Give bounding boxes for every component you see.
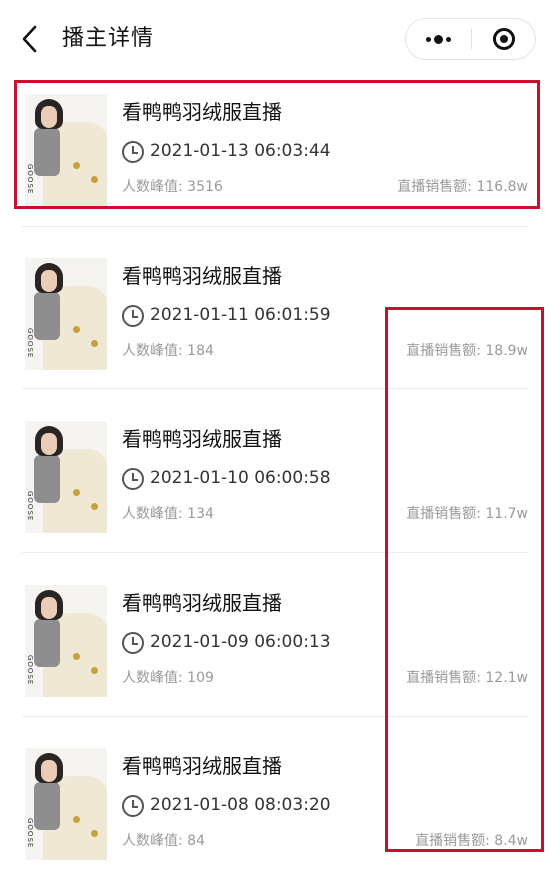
peak-label: 人数峰值:: [122, 343, 188, 359]
thumb-face: [41, 760, 57, 782]
thumbnail-brand: GOOSE: [26, 818, 34, 849]
broadcast-title: 看鸭鸭羽绒服直播: [122, 100, 282, 124]
thumbnail-brand: GOOSE: [26, 164, 34, 195]
peak-viewers: 人数峰值: 109: [122, 667, 214, 689]
broadcast-item[interactable]: GOOSE 看鸭鸭羽绒服直播 2021-01-08 08:03:20 人数峰值:…: [0, 740, 550, 870]
thumb-scarf: [34, 619, 60, 667]
thumb-button: [91, 176, 98, 183]
broadcast-time: 2021-01-13 06:03:44: [150, 141, 331, 161]
more-dots-icon: [426, 37, 431, 42]
mini-program-capsule: [405, 18, 536, 60]
broadcast-time: 2021-01-11 06:01:59: [150, 305, 331, 325]
broadcast-title: 看鸭鸭羽绒服直播: [122, 427, 282, 451]
thumb-scarf: [34, 128, 60, 176]
peak-label: 人数峰值:: [122, 670, 188, 686]
thumbnail-brand: GOOSE: [26, 655, 34, 686]
sales-label: 直播销售额:: [397, 179, 477, 195]
broadcast-time: 2021-01-09 06:00:13: [150, 632, 331, 652]
live-sales: 直播销售额: 12.1w: [406, 667, 528, 689]
broadcast-title: 看鸭鸭羽绒服直播: [122, 591, 282, 615]
thumb-scarf: [34, 782, 60, 830]
peak-value: 3516: [187, 179, 223, 195]
clock-icon: [122, 468, 144, 490]
thumb-button: [73, 653, 80, 660]
page-title: 播主详情: [62, 26, 155, 51]
broadcast-title: 看鸭鸭羽绒服直播: [122, 264, 282, 288]
sales-value: 116.8w: [476, 179, 528, 195]
live-sales: 直播销售额: 18.9w: [406, 340, 528, 362]
thumb-button: [73, 162, 80, 169]
thumb-button: [91, 503, 98, 510]
peak-viewers: 人数峰值: 184: [122, 340, 214, 362]
more-dots-icon-center: [434, 35, 443, 44]
thumb-scarf: [34, 455, 60, 503]
clock-icon: [122, 632, 144, 654]
live-sales: 直播销售额: 11.7w: [406, 503, 528, 525]
peak-value: 109: [187, 670, 214, 686]
broadcast-time: 2021-01-10 06:00:58: [150, 468, 331, 488]
thumb-face: [41, 597, 57, 619]
peak-viewers: 人数峰值: 84: [122, 830, 205, 852]
divider: [22, 716, 528, 717]
chevron-left-icon: [22, 25, 37, 53]
broadcast-thumbnail: GOOSE: [25, 585, 107, 697]
thumb-face: [41, 270, 57, 292]
sales-label: 直播销售额:: [406, 670, 486, 686]
more-button[interactable]: [406, 19, 471, 59]
broadcast-item[interactable]: GOOSE 看鸭鸭羽绒服直播 2021-01-13 06:03:44 人数峰值:…: [0, 86, 550, 249]
sales-value: 12.1w: [485, 670, 528, 686]
broadcast-thumbnail: GOOSE: [25, 421, 107, 533]
thumb-button: [91, 667, 98, 674]
peak-label: 人数峰值:: [122, 506, 188, 522]
broadcast-thumbnail: GOOSE: [25, 258, 107, 370]
clock-icon: [122, 795, 144, 817]
clock-icon: [122, 141, 144, 163]
thumb-button: [73, 326, 80, 333]
thumbnail-brand: GOOSE: [26, 491, 34, 522]
divider: [22, 226, 528, 227]
thumbnail-brand: GOOSE: [26, 328, 34, 359]
thumb-button: [91, 830, 98, 837]
back-button[interactable]: [18, 24, 44, 54]
navigation-bar: 播主详情: [0, 0, 550, 80]
live-sales: 直播销售额: 116.8w: [397, 176, 528, 198]
thumb-button: [73, 489, 80, 496]
broadcast-time: 2021-01-08 08:03:20: [150, 795, 331, 815]
divider: [22, 552, 528, 553]
sales-label: 直播销售额:: [415, 833, 495, 849]
thumb-button: [73, 816, 80, 823]
peak-viewers: 人数峰值: 3516: [122, 176, 223, 198]
sales-label: 直播销售额:: [406, 343, 486, 359]
divider: [22, 388, 528, 389]
target-close-icon-core: [500, 35, 508, 43]
peak-value: 84: [187, 833, 205, 849]
broadcast-thumbnail: GOOSE: [25, 748, 107, 860]
peak-value: 134: [187, 506, 214, 522]
thumb-scarf: [34, 292, 60, 340]
peak-value: 184: [187, 343, 214, 359]
peak-viewers: 人数峰值: 134: [122, 503, 214, 525]
peak-label: 人数峰值:: [122, 833, 188, 849]
thumb-face: [41, 106, 57, 128]
broadcast-title: 看鸭鸭羽绒服直播: [122, 754, 282, 778]
sales-value: 18.9w: [485, 343, 528, 359]
clock-icon: [122, 305, 144, 327]
sales-value: 8.4w: [494, 833, 528, 849]
thumb-face: [41, 433, 57, 455]
close-button[interactable]: [472, 19, 536, 59]
more-dots-icon-right: [446, 37, 451, 42]
peak-label: 人数峰值:: [122, 179, 188, 195]
sales-label: 直播销售额:: [406, 506, 486, 522]
live-sales: 直播销售额: 8.4w: [415, 830, 528, 852]
thumb-button: [91, 340, 98, 347]
broadcast-thumbnail: GOOSE: [25, 94, 107, 206]
sales-value: 11.7w: [485, 506, 528, 522]
